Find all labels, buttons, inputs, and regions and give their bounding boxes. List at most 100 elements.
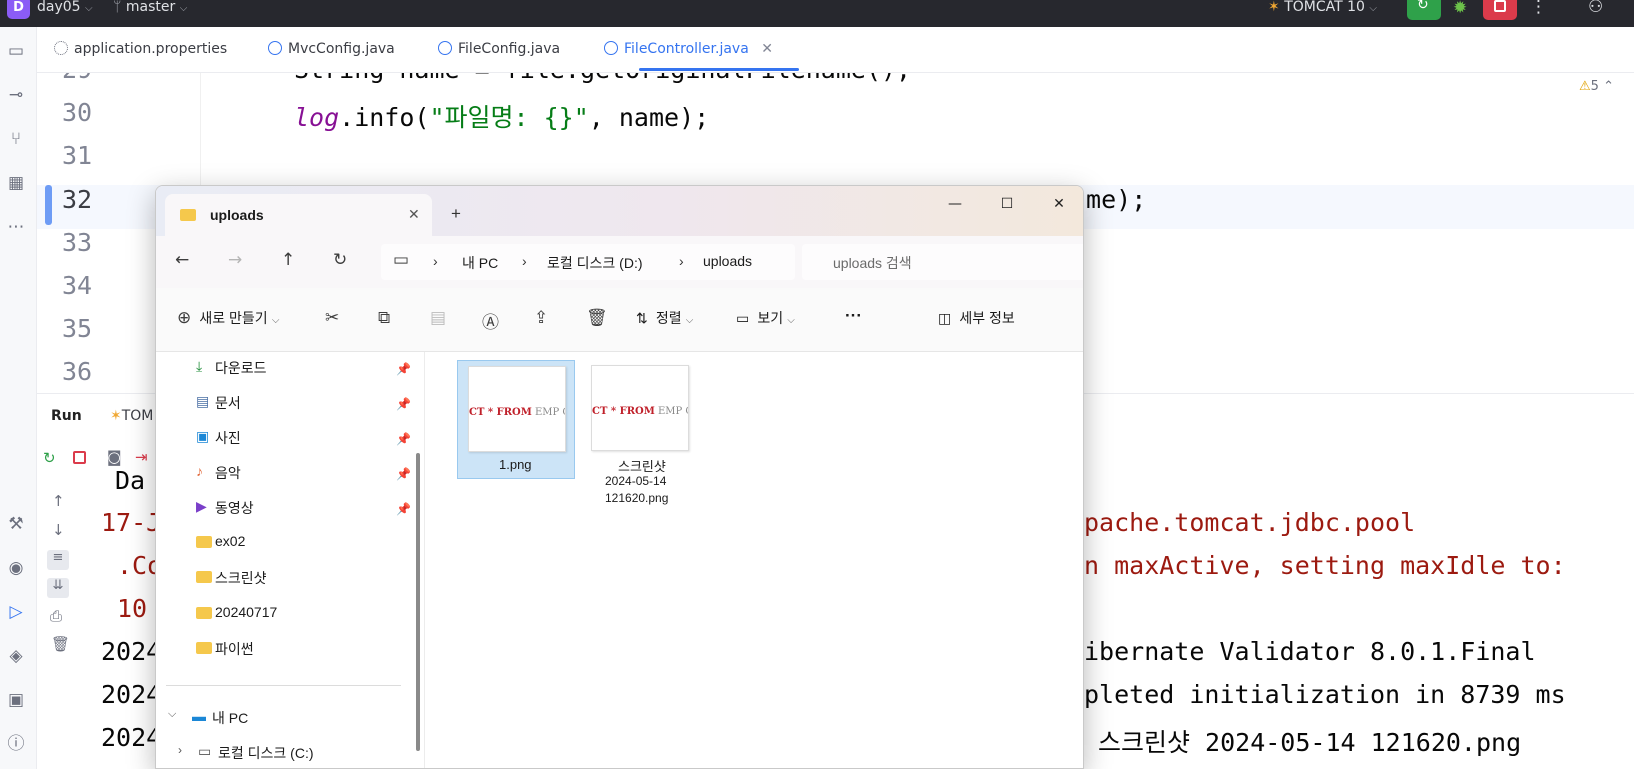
- file-thumbnail: CT * FROM EMP C: [468, 366, 566, 452]
- file-item-screenshot[interactable]: CT * FROM EMP C 스크린샷 2024-05-14 121620.p…: [579, 360, 704, 510]
- chevron-down-icon: ⌵: [685, 315, 694, 326]
- line-number: 33: [62, 228, 93, 257]
- delete-icon[interactable]: 🗑: [586, 308, 608, 328]
- maximize-icon[interactable]: ☐: [984, 192, 1030, 216]
- search-placeholder: uploads 검색: [833, 255, 912, 271]
- breadcrumb-item[interactable]: uploads: [703, 253, 752, 269]
- tree-item-this-pc[interactable]: ⌵ ▬ 내 PC: [168, 708, 408, 730]
- trash-icon[interactable]: 🗑: [51, 635, 70, 653]
- soft-wrap-icon[interactable]: ≡: [47, 550, 69, 570]
- refresh-icon[interactable]: ↻: [333, 250, 347, 270]
- files-pane[interactable]: CT * FROM EMP C 1.png CT * FROM EMP C 스크…: [426, 352, 1083, 768]
- tab-mvcconfig[interactable]: MvcConfig.java: [268, 41, 395, 63]
- rerun-icon: ↻: [1417, 0, 1429, 13]
- chevron-down-icon: ⌵: [787, 315, 795, 326]
- breadcrumb-item[interactable]: 내 PC: [462, 253, 498, 273]
- tab-label: application.properties: [74, 41, 228, 57]
- more-options-icon[interactable]: ···: [845, 306, 862, 326]
- plus-circle-icon: ⊕: [177, 308, 192, 328]
- tab-application-properties[interactable]: application.properties: [54, 41, 227, 63]
- explorer-tab[interactable]: uploads ✕: [165, 194, 432, 236]
- file-name-line: 2024-05-14: [605, 474, 667, 488]
- navigation-pane: ⤓ 다운로드 📌 ▤ 문서 📌 ▣ 사진 📌 ♪ 음악 📌 ▶ 동영상 📌 ex…: [156, 352, 414, 768]
- share-icon[interactable]: ⇪: [534, 308, 548, 328]
- breadcrumb-item[interactable]: 로컬 디스크 (D:): [547, 253, 643, 273]
- new-tab-icon[interactable]: +: [451, 204, 461, 224]
- minimize-icon[interactable]: —: [932, 192, 978, 216]
- more-tools-icon[interactable]: ⋯: [5, 216, 27, 238]
- project-name[interactable]: day05 ⌵: [37, 0, 93, 27]
- print-icon[interactable]: ⎙: [50, 607, 62, 625]
- scroll-to-end-icon[interactable]: ⇊: [47, 578, 69, 598]
- chevron-down-icon: ⌵: [271, 315, 280, 326]
- more-vertical-icon[interactable]: ⋮: [1530, 0, 1547, 17]
- terminal-icon[interactable]: ▣: [5, 689, 27, 711]
- thumb-token: FROM: [619, 406, 655, 417]
- nav-label: 사진: [215, 430, 241, 446]
- structure-icon[interactable]: ▦: [5, 172, 27, 194]
- run-tab[interactable]: Run: [51, 408, 82, 424]
- tree-label: 내 PC: [212, 710, 249, 726]
- address-box[interactable]: ▭ › 내 PC › 로컬 디스크 (D:) › uploads: [381, 244, 795, 280]
- search-box[interactable]: uploads 검색: [802, 244, 1083, 280]
- nav-divider: [166, 685, 401, 686]
- console-line: 10: [117, 594, 148, 623]
- project-folder-icon[interactable]: ▭: [5, 40, 27, 62]
- file-name: 1.png: [499, 457, 532, 472]
- details-pane-button[interactable]: ◫ 세부 정보: [938, 308, 1015, 328]
- paste-icon[interactable]: ▤: [430, 308, 446, 328]
- chevron-right-icon: ›: [178, 743, 182, 757]
- file-item-1-png[interactable]: CT * FROM EMP C 1.png: [457, 360, 575, 479]
- view-button[interactable]: ▭ 보기 ⌵: [736, 308, 795, 328]
- up-icon[interactable]: ↑: [281, 250, 295, 270]
- current-line-marker: [45, 185, 52, 225]
- thumbnail-sql-text: CT * FROM EMP C: [592, 406, 688, 417]
- camera-icon[interactable]: ◙: [107, 448, 122, 466]
- tab-fileconfig[interactable]: FileConfig.java: [438, 41, 560, 63]
- close-tab-icon[interactable]: ✕: [408, 206, 420, 223]
- sort-button[interactable]: ⇅ 정렬 ⌵: [636, 308, 693, 328]
- branch-icon: ᛘ: [113, 0, 122, 15]
- pin-icon: 📌: [396, 502, 411, 516]
- rename-icon[interactable]: Ⓐ: [482, 308, 499, 333]
- close-window-icon[interactable]: ✕: [1036, 192, 1082, 216]
- layers-icon[interactable]: ◈: [5, 645, 27, 667]
- project-label: day05: [37, 0, 81, 15]
- chevron-down-icon: ⌵: [85, 3, 93, 14]
- stop-icon[interactable]: [73, 451, 86, 464]
- services-icon[interactable]: ◉: [5, 557, 27, 579]
- cut-icon[interactable]: ✂: [325, 308, 339, 328]
- copy-icon[interactable]: ⧉: [378, 308, 390, 328]
- project-badge[interactable]: D: [7, 0, 30, 19]
- rerun-button[interactable]: ↻: [1407, 0, 1441, 20]
- new-button[interactable]: ⊕ 새로 만들기 ⌵: [177, 308, 279, 328]
- warnings-indicator[interactable]: ⚠5 ⌃: [1579, 79, 1614, 94]
- scroll-down-icon[interactable]: ↓: [52, 521, 65, 539]
- line-number: 34: [62, 271, 93, 300]
- close-icon[interactable]: ✕: [761, 41, 773, 57]
- forward-icon[interactable]: →: [228, 250, 242, 270]
- scroll-up-icon[interactable]: ↑: [52, 492, 65, 510]
- back-icon[interactable]: ←: [175, 250, 189, 270]
- run-tool-icon[interactable]: ▷: [5, 601, 27, 623]
- tree-item-drive-c[interactable]: › ▭ 로컬 디스크 (C:): [178, 743, 408, 765]
- problems-icon[interactable]: ⓘ: [5, 733, 27, 755]
- run-config-tab[interactable]: ✶TOM: [110, 408, 153, 424]
- stop-button[interactable]: [1483, 0, 1517, 20]
- rerun-icon[interactable]: ↻: [43, 449, 56, 467]
- explorer-title-bar[interactable]: uploads ✕ + — ☐ ✕: [156, 186, 1083, 236]
- branch-selector[interactable]: ᛘ master ⌵: [113, 0, 187, 27]
- build-hammer-icon[interactable]: ⚒: [5, 513, 27, 535]
- add-user-icon[interactable]: ⚇: [1588, 0, 1603, 17]
- debug-icon[interactable]: ✹: [1453, 0, 1467, 18]
- nav-scrollbar[interactable]: [416, 453, 420, 751]
- code-token: , name);: [588, 103, 710, 132]
- run-config-selector[interactable]: ✶ TOMCAT 10 ⌵: [1268, 0, 1377, 27]
- tab-label: FileController.java: [624, 41, 749, 57]
- folder-icon: [196, 571, 212, 583]
- explorer-tab-title: uploads: [210, 207, 264, 223]
- pull-request-icon[interactable]: ⑂: [5, 128, 27, 150]
- exit-icon[interactable]: ⇥: [135, 448, 148, 466]
- tab-filecontroller[interactable]: FileController.java ✕: [604, 41, 773, 63]
- commit-icon[interactable]: ⊸: [5, 84, 27, 106]
